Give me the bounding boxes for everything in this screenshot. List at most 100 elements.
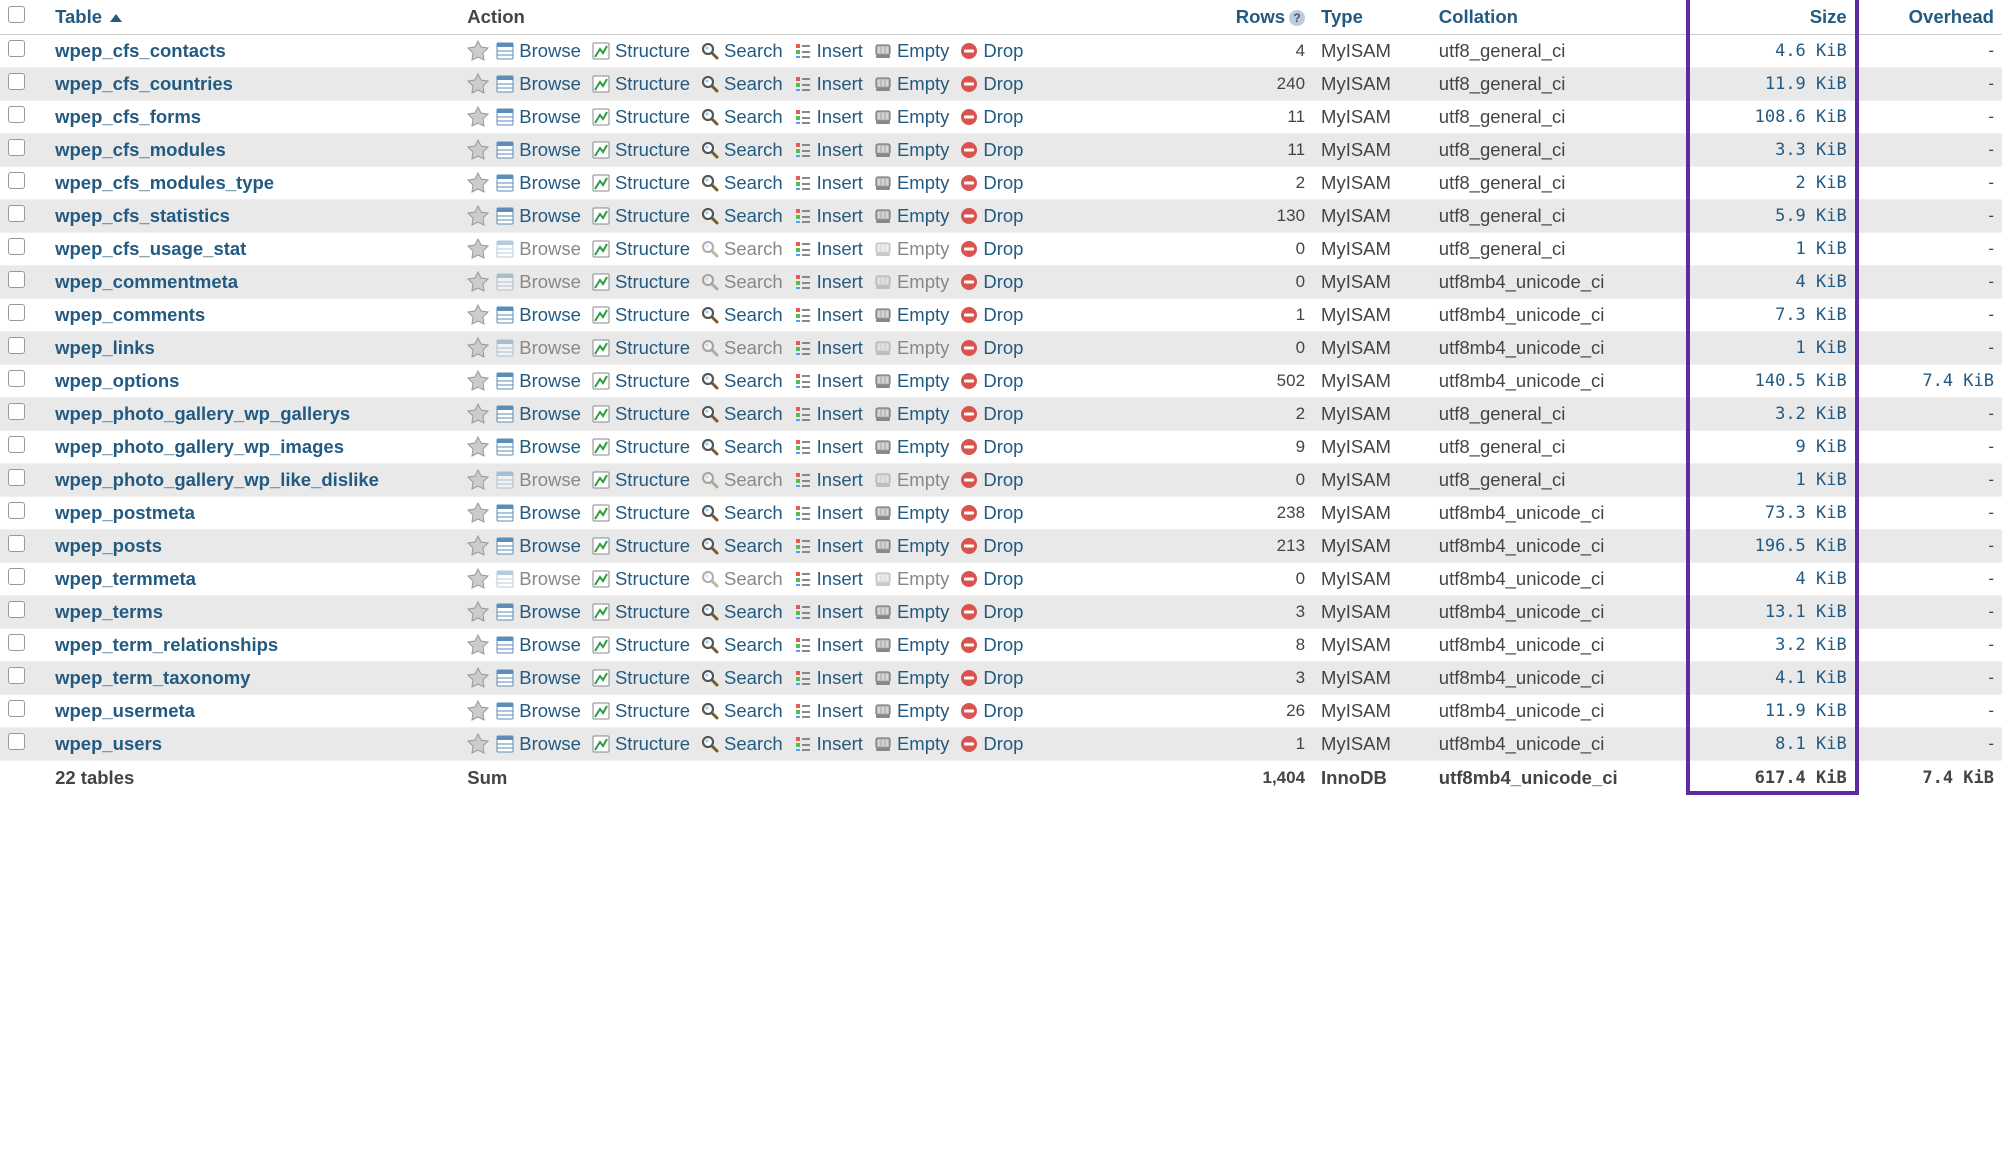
row-size[interactable]: 1 KiB <box>1690 464 1855 497</box>
browse-action[interactable]: Browse <box>491 304 585 326</box>
search-action[interactable]: Search <box>696 370 787 392</box>
browse-action[interactable]: Browse <box>491 700 585 722</box>
structure-action[interactable]: Structure <box>587 601 694 623</box>
browse-action[interactable]: Browse <box>491 337 585 359</box>
insert-action[interactable]: Insert <box>789 733 867 755</box>
insert-action[interactable]: Insert <box>789 370 867 392</box>
empty-action[interactable]: Empty <box>869 304 953 326</box>
empty-action[interactable]: Empty <box>869 238 953 260</box>
search-action[interactable]: Search <box>696 238 787 260</box>
row-checkbox[interactable] <box>8 568 25 585</box>
insert-action[interactable]: Insert <box>789 436 867 458</box>
favorite-star-icon[interactable] <box>467 370 489 392</box>
row-checkbox[interactable] <box>8 238 25 255</box>
structure-action[interactable]: Structure <box>587 370 694 392</box>
search-action[interactable]: Search <box>696 469 787 491</box>
insert-action[interactable]: Insert <box>789 40 867 62</box>
header-size[interactable]: Size <box>1690 0 1855 35</box>
empty-action[interactable]: Empty <box>869 568 953 590</box>
row-overhead[interactable]: - <box>1855 200 2002 233</box>
table-name-link[interactable]: wpep_term_relationships <box>47 629 459 662</box>
search-action[interactable]: Search <box>696 403 787 425</box>
row-overhead[interactable]: - <box>1855 101 2002 134</box>
search-action[interactable]: Search <box>696 139 787 161</box>
empty-action[interactable]: Empty <box>869 139 953 161</box>
row-size[interactable]: 4 KiB <box>1690 563 1855 596</box>
favorite-star-icon[interactable] <box>467 700 489 722</box>
row-size[interactable]: 11.9 KiB <box>1690 68 1855 101</box>
structure-action[interactable]: Structure <box>587 568 694 590</box>
structure-action[interactable]: Structure <box>587 634 694 656</box>
search-action[interactable]: Search <box>696 502 787 524</box>
structure-action[interactable]: Structure <box>587 139 694 161</box>
search-action[interactable]: Search <box>696 304 787 326</box>
row-checkbox[interactable] <box>8 271 25 288</box>
drop-action[interactable]: Drop <box>955 733 1027 755</box>
row-size[interactable]: 1 KiB <box>1690 332 1855 365</box>
insert-action[interactable]: Insert <box>789 634 867 656</box>
row-checkbox[interactable] <box>8 634 25 651</box>
row-overhead[interactable]: - <box>1855 695 2002 728</box>
row-checkbox[interactable] <box>8 106 25 123</box>
empty-action[interactable]: Empty <box>869 733 953 755</box>
row-checkbox[interactable] <box>8 40 25 57</box>
favorite-star-icon[interactable] <box>467 634 489 656</box>
table-name-link[interactable]: wpep_terms <box>47 596 459 629</box>
search-action[interactable]: Search <box>696 700 787 722</box>
empty-action[interactable]: Empty <box>869 172 953 194</box>
row-checkbox[interactable] <box>8 139 25 156</box>
drop-action[interactable]: Drop <box>955 304 1027 326</box>
table-name-link[interactable]: wpep_users <box>47 728 459 761</box>
header-overhead[interactable]: Overhead <box>1855 0 2002 35</box>
browse-action[interactable]: Browse <box>491 502 585 524</box>
header-collation[interactable]: Collation <box>1431 0 1690 35</box>
row-checkbox[interactable] <box>8 700 25 717</box>
favorite-star-icon[interactable] <box>467 271 489 293</box>
favorite-star-icon[interactable] <box>467 568 489 590</box>
table-name-link[interactable]: wpep_cfs_countries <box>47 68 459 101</box>
drop-action[interactable]: Drop <box>955 469 1027 491</box>
row-size[interactable]: 108.6 KiB <box>1690 101 1855 134</box>
favorite-star-icon[interactable] <box>467 73 489 95</box>
row-size[interactable]: 7.3 KiB <box>1690 299 1855 332</box>
browse-action[interactable]: Browse <box>491 667 585 689</box>
favorite-star-icon[interactable] <box>467 733 489 755</box>
drop-action[interactable]: Drop <box>955 568 1027 590</box>
insert-action[interactable]: Insert <box>789 238 867 260</box>
browse-action[interactable]: Browse <box>491 733 585 755</box>
header-checkbox[interactable] <box>0 0 47 35</box>
row-overhead[interactable]: - <box>1855 530 2002 563</box>
structure-action[interactable]: Structure <box>587 667 694 689</box>
table-name-link[interactable]: wpep_postmeta <box>47 497 459 530</box>
browse-action[interactable]: Browse <box>491 73 585 95</box>
favorite-star-icon[interactable] <box>467 469 489 491</box>
browse-action[interactable]: Browse <box>491 271 585 293</box>
table-name-link[interactable]: wpep_commentmeta <box>47 266 459 299</box>
insert-action[interactable]: Insert <box>789 667 867 689</box>
favorite-star-icon[interactable] <box>467 139 489 161</box>
drop-action[interactable]: Drop <box>955 40 1027 62</box>
row-overhead[interactable]: - <box>1855 431 2002 464</box>
table-name-link[interactable]: wpep_cfs_contacts <box>47 35 459 68</box>
favorite-star-icon[interactable] <box>467 436 489 458</box>
empty-action[interactable]: Empty <box>869 205 953 227</box>
row-size[interactable]: 5.9 KiB <box>1690 200 1855 233</box>
browse-action[interactable]: Browse <box>491 106 585 128</box>
row-size[interactable]: 4.6 KiB <box>1690 35 1855 68</box>
row-overhead[interactable]: - <box>1855 332 2002 365</box>
browse-action[interactable]: Browse <box>491 568 585 590</box>
browse-action[interactable]: Browse <box>491 469 585 491</box>
row-size[interactable]: 3.2 KiB <box>1690 398 1855 431</box>
structure-action[interactable]: Structure <box>587 502 694 524</box>
table-name-link[interactable]: wpep_links <box>47 332 459 365</box>
favorite-star-icon[interactable] <box>467 535 489 557</box>
structure-action[interactable]: Structure <box>587 436 694 458</box>
row-overhead[interactable]: - <box>1855 266 2002 299</box>
row-checkbox[interactable] <box>8 73 25 90</box>
row-size[interactable]: 73.3 KiB <box>1690 497 1855 530</box>
table-name-link[interactable]: wpep_cfs_statistics <box>47 200 459 233</box>
browse-action[interactable]: Browse <box>491 40 585 62</box>
insert-action[interactable]: Insert <box>789 568 867 590</box>
insert-action[interactable]: Insert <box>789 700 867 722</box>
row-checkbox[interactable] <box>8 502 25 519</box>
